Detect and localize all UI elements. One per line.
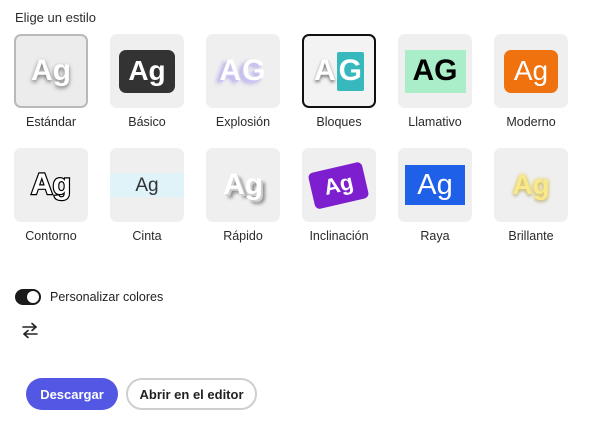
style-label: Contorno [25,229,77,243]
style-sample: Ag [31,54,71,87]
style-sample: Ag [223,168,263,201]
style-label: Estándar [25,115,77,129]
style-option-contorno[interactable]: Ag Contorno [14,148,88,243]
style-label: Básico [128,115,166,129]
style-option-bloques[interactable]: AG Bloques [302,34,376,129]
style-option-explosion[interactable]: AG Explosión [206,34,280,129]
style-option-moderno[interactable]: Ag Moderno [494,34,568,129]
style-option-estandar[interactable]: Ag Estándar [14,34,88,129]
style-preview-explosion[interactable]: AG [206,34,280,108]
download-button[interactable]: Descargar [26,378,118,410]
style-preview-estandar[interactable]: Ag [14,34,88,108]
style-sample: Ag [135,174,159,196]
style-preview-rapido[interactable]: Ag [206,148,280,222]
style-preview-brillante[interactable]: Ag [494,148,568,222]
style-label: Explosión [215,115,271,129]
style-option-cinta[interactable]: Ag Cinta [110,148,184,243]
style-sample: Ag [30,168,72,201]
style-sample: AG [404,49,466,93]
style-sample: Ag [405,165,465,205]
style-label: Inclinación [309,229,369,243]
open-in-editor-button[interactable]: Abrir en el editor [126,378,257,410]
style-preview-cinta[interactable]: Ag [110,148,184,222]
style-picker-heading: Elige un estilo [15,10,96,25]
style-option-basico[interactable]: Ag Básico [110,34,184,129]
customize-colors-label: Personalizar colores [50,290,164,304]
style-option-raya[interactable]: Ag Raya [398,148,472,243]
swap-arrows-icon[interactable] [20,320,40,340]
style-preview-bloques[interactable]: AG [302,34,376,108]
customize-colors-toggle[interactable] [15,289,41,305]
style-grid: Ag Estándar Ag Básico AG Explosión AG Bl… [14,34,568,243]
style-label: Brillante [508,229,554,243]
customize-colors-row: Personalizar colores [15,289,163,305]
toggle-knob [27,291,39,303]
style-preview-llamativo[interactable]: AG [398,34,472,108]
style-sample: AG [219,54,267,87]
style-option-inclinacion[interactable]: Ag Inclinación [302,148,376,243]
style-preview-inclinacion[interactable]: Ag [302,148,376,222]
style-label: Bloques [316,115,362,129]
style-preview-contorno[interactable]: Ag [14,148,88,222]
style-label: Cinta [132,229,162,243]
style-label: Moderno [506,115,556,129]
style-sample: Ag [119,49,175,93]
style-sample: Ag [307,160,371,210]
style-option-brillante[interactable]: Ag Brillante [494,148,568,243]
style-option-rapido[interactable]: Ag Rápido [206,148,280,243]
style-preview-basico[interactable]: Ag [110,34,184,108]
style-sample-letter-g: G [336,52,364,91]
style-preview-moderno[interactable]: Ag [494,34,568,108]
style-preview-raya[interactable]: Ag [398,148,472,222]
style-label: Raya [420,229,450,243]
style-sample: AG [313,52,364,91]
style-sample: Ag [512,169,550,200]
style-sample-letter-a: A [313,54,336,87]
style-option-llamativo[interactable]: AG Llamativo [398,34,472,129]
style-label: Rápido [223,229,263,243]
style-sample: Ag [503,49,559,93]
style-label: Llamativo [408,115,462,129]
